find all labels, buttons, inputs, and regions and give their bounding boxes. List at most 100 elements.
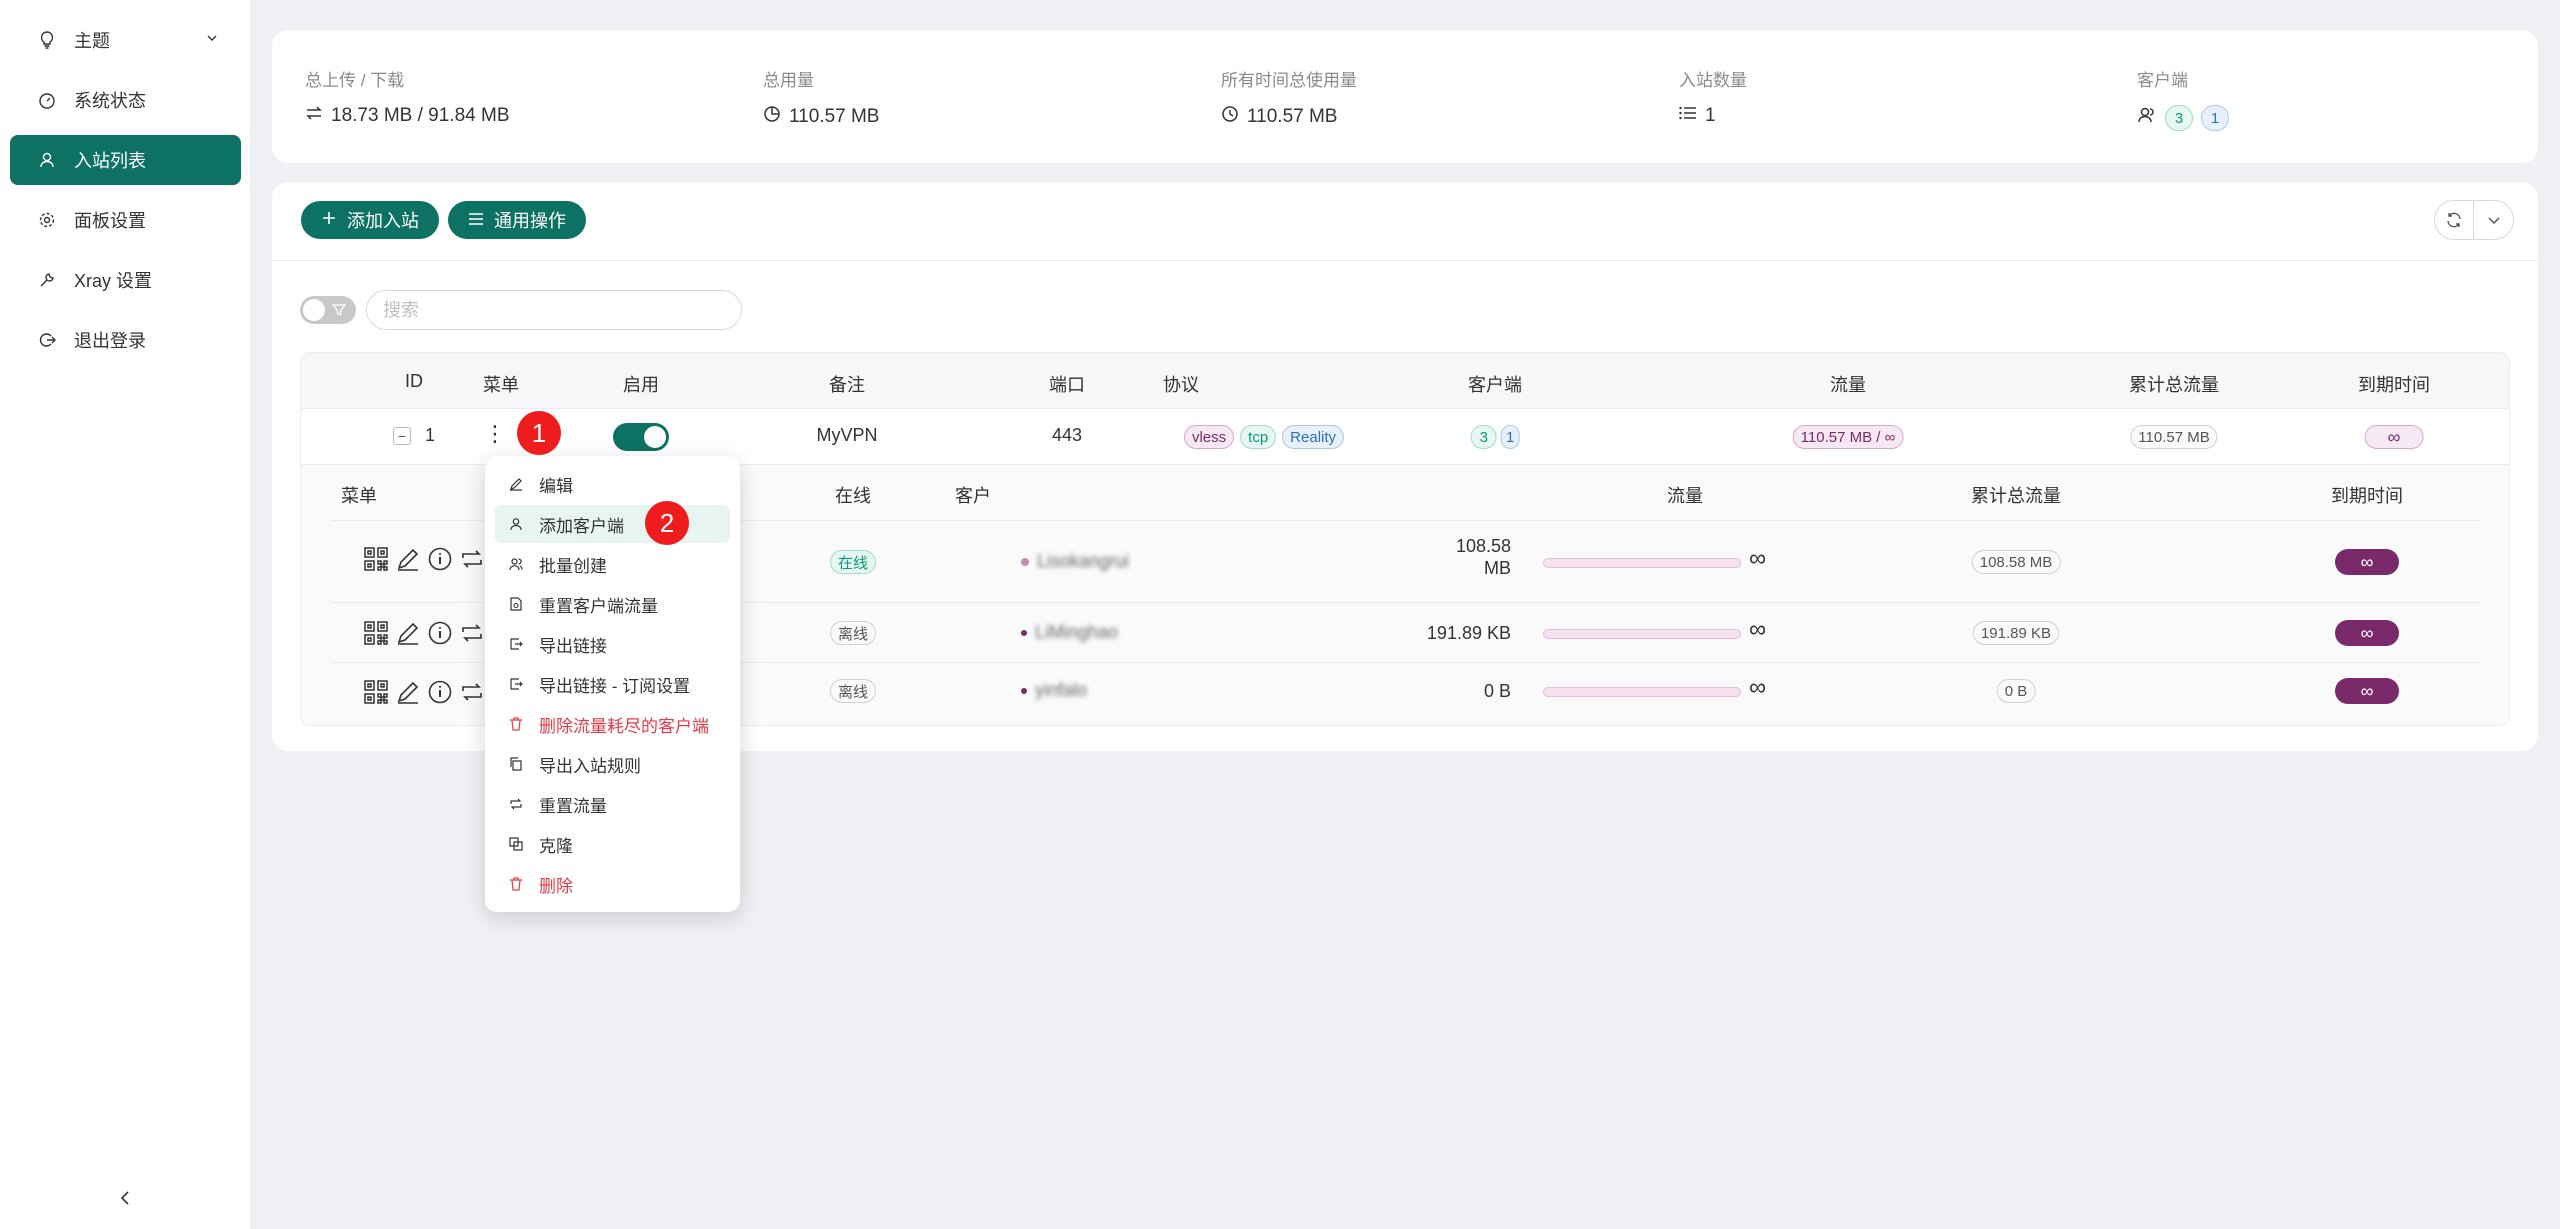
plus-icon bbox=[321, 210, 337, 231]
total-traffic-tag: 108.58 MB bbox=[1971, 550, 2061, 574]
copy-icon bbox=[509, 757, 523, 771]
table-header: ID 菜单 启用 备注 端口 协议 客户端 流量 累计总流量 到期时间 bbox=[301, 353, 2509, 409]
menu-item-export-inbound[interactable]: 导出入站规则 bbox=[495, 745, 730, 783]
stat-total-usage: 总用量 110.57 MB bbox=[763, 71, 880, 129]
swap-icon bbox=[305, 105, 323, 127]
logout-icon bbox=[38, 331, 56, 349]
user-icon bbox=[38, 151, 56, 169]
collapse-row-button[interactable]: − bbox=[392, 426, 411, 445]
menu-item-delete[interactable]: 删除 bbox=[495, 865, 730, 903]
retweet-icon[interactable] bbox=[459, 679, 485, 705]
step-badge-1: 1 bbox=[517, 411, 561, 455]
edit-icon[interactable] bbox=[395, 546, 421, 572]
stats-card: 总上传 / 下载 18.73 MB / 91.84 MB 总用量 110.57 … bbox=[272, 30, 2538, 163]
menu-item-edit[interactable]: 编辑 bbox=[495, 465, 730, 503]
expiry-pill[interactable]: ∞ bbox=[2335, 620, 2399, 646]
menu-item-bulk-create[interactable]: 批量创建 bbox=[495, 545, 730, 583]
stat-clients: 客户端 3 1 bbox=[2137, 66, 2229, 131]
sidebar-item-theme[interactable]: 主题 bbox=[10, 15, 241, 65]
row-menu-button[interactable]: ⋮ bbox=[484, 421, 506, 447]
add-inbound-button[interactable]: 添加入站 bbox=[301, 201, 439, 239]
divider bbox=[272, 260, 2538, 261]
menu-item-delete-depleted-clients[interactable]: 删除流量耗尽的客户端 bbox=[495, 705, 730, 743]
infinity-icon: ∞ bbox=[1749, 616, 1767, 643]
stat-inbound-count: 入站数量 1 bbox=[1679, 71, 1747, 127]
infinity-icon: ∞ bbox=[1749, 674, 1767, 701]
remark: MyVPN bbox=[816, 425, 878, 445]
delete-icon bbox=[509, 877, 523, 891]
export-icon bbox=[509, 637, 523, 651]
online-status-tag: 离线 bbox=[829, 679, 877, 703]
chevron-down-icon[interactable] bbox=[2474, 201, 2513, 239]
chevron-down-icon bbox=[205, 29, 219, 50]
expiry-pill[interactable]: ∞ bbox=[2335, 549, 2399, 575]
qrcode-icon[interactable] bbox=[363, 546, 389, 572]
total-traffic-tag: 191.89 KB bbox=[1972, 621, 2060, 645]
expiry-tag: ∞ bbox=[2364, 425, 2424, 449]
collapse-sidebar-icon[interactable] bbox=[115, 1188, 135, 1208]
sidebar-item-panel-settings[interactable]: 面板设置 bbox=[10, 195, 241, 245]
retweet-icon bbox=[509, 797, 523, 811]
edit-icon[interactable] bbox=[395, 679, 421, 705]
refresh-group bbox=[2434, 200, 2514, 240]
status-dot bbox=[1021, 687, 1027, 694]
list-icon bbox=[1679, 105, 1697, 127]
sidebar-item-xray-settings[interactable]: Xray 设置 bbox=[10, 255, 241, 305]
total-traffic-tag: 110.57 MB bbox=[2130, 425, 2218, 449]
stat-alltime-usage: 所有时间总使用量 110.57 MB bbox=[1221, 71, 1357, 129]
sidebar-item-system-status[interactable]: 系统状态 bbox=[10, 75, 241, 125]
sidebar-item-logout[interactable]: 退出登录 bbox=[10, 315, 241, 365]
clients-active-badge: 3 bbox=[2165, 105, 2193, 131]
sidebar-item-label: Xray 设置 bbox=[74, 271, 153, 291]
user-add-icon bbox=[509, 517, 523, 531]
total-traffic-tag: 0 B bbox=[1996, 679, 2036, 703]
traffic-progress-bar bbox=[1543, 687, 1741, 697]
qrcode-icon[interactable] bbox=[363, 620, 389, 646]
info-icon[interactable] bbox=[427, 679, 453, 705]
menu-item-reset-client-traffic[interactable]: 重置客户端流量 bbox=[495, 585, 730, 623]
sidebar-item-label: 系统状态 bbox=[74, 91, 146, 111]
traffic-progress-bar bbox=[1543, 558, 1741, 568]
pie-chart-icon bbox=[763, 105, 781, 129]
menu-item-clone[interactable]: 克隆 bbox=[495, 825, 730, 863]
qrcode-icon[interactable] bbox=[363, 679, 389, 705]
enable-switch[interactable] bbox=[613, 423, 669, 451]
sidebar-item-label: 入站列表 bbox=[74, 151, 146, 171]
traffic-value: 191.89 KB bbox=[1426, 623, 1511, 643]
menu-item-reset-traffic[interactable]: 重置流量 bbox=[495, 785, 730, 823]
info-icon[interactable] bbox=[427, 620, 453, 646]
team-icon bbox=[2137, 106, 2157, 130]
online-status-tag: 离线 bbox=[829, 621, 877, 645]
refresh-icon[interactable] bbox=[2435, 201, 2475, 239]
bulb-icon bbox=[38, 31, 56, 49]
search-input[interactable] bbox=[366, 290, 742, 330]
inbound-actions-menu: 编辑 添加客户端 批量创建 重置客户端流量 导出链接 导出链接 - 订阅设置 删… bbox=[485, 456, 740, 912]
status-dot bbox=[1021, 557, 1029, 566]
users-icon bbox=[509, 557, 523, 571]
sidebar-item-label: 面板设置 bbox=[74, 211, 146, 231]
general-actions-button[interactable]: 通用操作 bbox=[448, 201, 586, 239]
port: 443 bbox=[1051, 425, 1083, 445]
sidebar: 主题 系统状态 入站列表 面板设置 Xray 设置 退出登录 bbox=[0, 0, 250, 1229]
history-icon bbox=[1221, 105, 1239, 129]
retweet-icon[interactable] bbox=[459, 620, 485, 646]
menu-icon bbox=[468, 210, 484, 231]
client-email: Lisokangrui bbox=[1037, 551, 1130, 571]
online-status-tag: 在线 bbox=[829, 550, 877, 574]
step-badge-2: 2 bbox=[645, 501, 689, 545]
menu-item-add-client[interactable]: 添加客户端 bbox=[495, 505, 730, 543]
menu-item-export-subscription[interactable]: 导出链接 - 订阅设置 bbox=[495, 665, 730, 703]
reset-file-icon bbox=[509, 597, 523, 611]
sidebar-item-inbounds[interactable]: 入站列表 bbox=[10, 135, 241, 185]
tool-icon bbox=[38, 271, 56, 289]
expiry-pill[interactable]: ∞ bbox=[2335, 678, 2399, 704]
filter-toggle[interactable] bbox=[300, 296, 356, 324]
retweet-icon[interactable] bbox=[459, 546, 485, 572]
info-icon[interactable] bbox=[427, 546, 453, 572]
sidebar-item-label: 退出登录 bbox=[74, 331, 146, 351]
menu-item-export-links[interactable]: 导出链接 bbox=[495, 625, 730, 663]
sidebar-item-label: 主题 bbox=[74, 31, 110, 51]
client-email: LiMinghao bbox=[1035, 622, 1119, 642]
network-tag: tcp bbox=[1240, 425, 1277, 449]
edit-icon[interactable] bbox=[395, 620, 421, 646]
